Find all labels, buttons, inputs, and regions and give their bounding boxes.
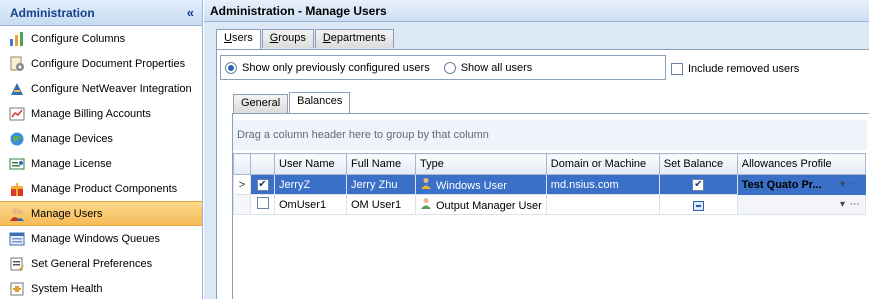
tab-users[interactable]: Users <box>216 29 261 50</box>
tab-balances[interactable]: Balances <box>289 92 351 113</box>
row-indicator <box>233 194 251 215</box>
nav-item-label: Manage Devices <box>31 132 113 145</box>
cell-allowances-profile[interactable]: ▾ ⋯ <box>736 194 866 215</box>
tab-departments[interactable]: Departments <box>314 29 394 48</box>
nav-item-label: Manage Product Components <box>31 182 178 195</box>
users-grid: User Name Full Name Type Domain or Machi… <box>233 153 866 215</box>
row-indicator-header <box>233 153 251 175</box>
cell-full-name: Jerry Zhu <box>346 174 416 195</box>
tab-groups[interactable]: Groups <box>261 29 314 48</box>
checkbox-box <box>671 63 683 75</box>
nav-item-label: Manage Users <box>31 207 103 220</box>
cell-type: Windows User <box>415 174 547 195</box>
columns-icon <box>9 31 25 47</box>
license-icon <box>9 156 25 172</box>
nav-list: Configure Columns Configure Document Pro… <box>0 26 202 299</box>
nav-item-label: Manage License <box>31 157 112 170</box>
nav-item-configure-netweaver[interactable]: Configure NetWeaver Integration <box>0 76 202 101</box>
radio-label: Show all users <box>460 61 533 74</box>
output-manager-user-icon <box>420 197 432 212</box>
page-title: Administration - Manage Users <box>204 0 869 22</box>
set-balance-indeterminate-icon <box>692 201 704 211</box>
radio-all-users[interactable]: Show all users <box>443 61 533 74</box>
navigation-pane: Administration « Configure Columns Confi… <box>0 0 203 299</box>
nav-item-manage-devices[interactable]: Manage Devices <box>0 126 202 151</box>
cell-type: Output Manager User <box>415 194 547 215</box>
cell-type-label: Windows User <box>436 180 507 192</box>
nav-item-label: Manage Windows Queues <box>31 232 161 245</box>
document-properties-icon <box>9 56 25 72</box>
devices-icon <box>9 131 25 147</box>
filter-box: Show only previously configured users Sh… <box>220 55 666 80</box>
health-icon <box>9 281 25 297</box>
content-pane: Administration - Manage Users Users Grou… <box>204 0 869 299</box>
column-header-domain[interactable]: Domain or Machine <box>545 153 660 175</box>
column-header-type[interactable]: Type <box>415 153 547 175</box>
nav-item-label: Configure NetWeaver Integration <box>31 82 192 95</box>
nav-item-manage-users[interactable]: Manage Users <box>0 201 202 226</box>
checkbox-column-header[interactable] <box>250 153 275 175</box>
include-removed-checkbox[interactable]: Include removed users <box>671 63 799 75</box>
main-tabs: Users Groups Departments <box>216 29 395 50</box>
row-indicator: > <box>233 174 251 195</box>
sub-tabs: General Balances <box>233 92 351 113</box>
users-icon <box>9 206 25 222</box>
cell-allowances-profile[interactable]: Test Quato Pr... ▾ ⋯ <box>736 174 866 195</box>
profile-value: Test Quato Pr... <box>741 178 822 191</box>
nav-item-label: Configure Document Properties <box>31 57 186 70</box>
nav-item-manage-product-components[interactable]: Manage Product Components <box>0 176 202 201</box>
radio-indicator <box>443 61 456 74</box>
cell-type-label: Output Manager User <box>436 200 542 212</box>
nav-item-label: System Health <box>31 282 103 295</box>
cell-domain <box>545 194 660 215</box>
column-header-user-name[interactable]: User Name <box>274 153 347 175</box>
column-header-full-name[interactable]: Full Name <box>346 153 416 175</box>
profile-dropdown-controls[interactable]: ▾ ⋯ <box>840 179 861 190</box>
row-checkbox[interactable]: ✔ <box>250 174 275 195</box>
collapse-icon[interactable]: « <box>187 5 194 20</box>
nav-header: Administration « <box>0 0 202 26</box>
checkbox-label: Include removed users <box>688 63 800 75</box>
nav-item-configure-document-properties[interactable]: Configure Document Properties <box>0 51 202 76</box>
components-icon <box>9 181 25 197</box>
cell-domain: md.nsius.com <box>545 174 660 195</box>
billing-icon <box>9 106 25 122</box>
queues-icon <box>9 231 25 247</box>
preferences-icon <box>9 256 25 272</box>
cell-set-balance[interactable] <box>658 194 738 215</box>
nav-item-set-general-preferences[interactable]: Set General Preferences <box>0 251 202 276</box>
cell-full-name: OM User1 <box>346 194 416 215</box>
checkbox-unchecked <box>256 197 269 209</box>
radio-configured-users[interactable]: Show only previously configured users <box>225 61 430 74</box>
row-checkbox[interactable] <box>250 194 275 215</box>
nav-item-system-health[interactable]: System Health <box>0 276 202 299</box>
cell-user-name: JerryZ <box>274 174 347 195</box>
cell-user-name: OmUser1 <box>274 194 347 215</box>
table-row[interactable]: > ✔ JerryZ Jerry Zhu Windows User md.nsi… <box>233 174 866 195</box>
nav-item-label: Configure Columns <box>31 32 126 45</box>
column-header-set-balance[interactable]: Set Balance <box>658 153 738 175</box>
column-header-allowances-profile[interactable]: Allowances Profile <box>736 153 866 175</box>
table-row[interactable]: OmUser1 OM User1 Output Manager User ▾ ⋯ <box>233 194 866 215</box>
set-balance-checked: ✔ <box>692 179 705 191</box>
nav-item-manage-license[interactable]: Manage License <box>0 151 202 176</box>
netweaver-icon <box>9 81 25 97</box>
nav-item-label: Manage Billing Accounts <box>31 107 151 120</box>
radio-label: Show only previously configured users <box>242 61 430 74</box>
profile-dropdown-controls[interactable]: ▾ ⋯ <box>840 199 861 210</box>
tab-general[interactable]: General <box>233 94 289 113</box>
group-by-panel[interactable]: Drag a column header here to group by th… <box>233 120 867 150</box>
nav-item-manage-windows-queues[interactable]: Manage Windows Queues <box>0 226 202 251</box>
nav-title: Administration <box>10 5 95 20</box>
radio-selected-indicator <box>225 61 237 74</box>
checkbox-checked: ✔ <box>256 179 269 191</box>
nav-item-manage-billing[interactable]: Manage Billing Accounts <box>0 101 202 126</box>
cell-set-balance[interactable]: ✔ <box>658 174 738 195</box>
nav-item-configure-columns[interactable]: Configure Columns <box>0 26 202 51</box>
windows-user-icon <box>420 177 432 192</box>
nav-item-label: Set General Preferences <box>31 257 153 270</box>
